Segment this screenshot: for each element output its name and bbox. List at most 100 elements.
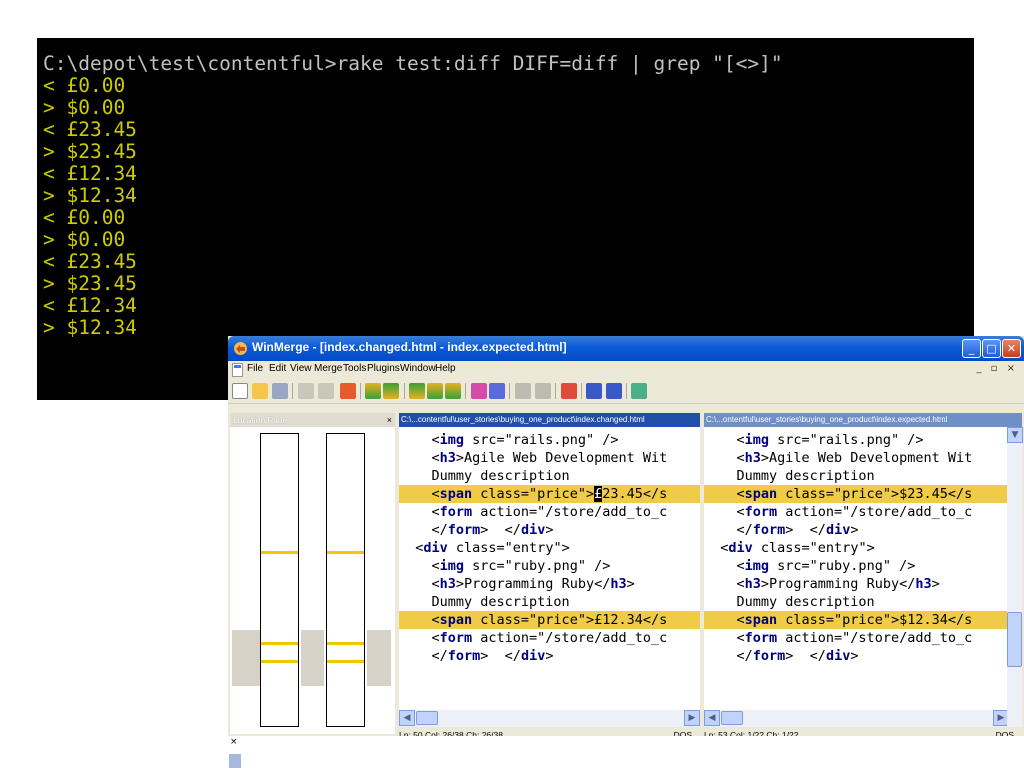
diff-code-line[interactable]: <span class="price">£12.34</s — [399, 611, 700, 629]
copy-right-icon[interactable] — [471, 383, 487, 399]
undo-icon[interactable] — [298, 383, 314, 399]
console-output-line: < £12.34 — [43, 162, 137, 185]
menu-plugins[interactable]: Plugins — [367, 363, 400, 374]
location-pane[interactable] — [230, 427, 395, 734]
scroll-left-icon[interactable]: ◀ — [399, 710, 415, 726]
toolbar-separator — [465, 383, 466, 399]
code-line[interactable]: Dummy description — [704, 467, 1022, 485]
copy-left-icon[interactable] — [489, 383, 505, 399]
menu-window[interactable]: Window — [400, 363, 436, 374]
open-left-icon[interactable] — [586, 383, 602, 399]
toolbar-separator — [509, 383, 510, 399]
first-diff-icon[interactable] — [409, 383, 425, 399]
diff-pane-close-icon[interactable]: × — [230, 737, 238, 747]
location-bar-left[interactable] — [260, 433, 299, 727]
scroll-thumb[interactable] — [721, 711, 743, 725]
current-diff-icon[interactable] — [427, 383, 443, 399]
console-output-line: < £23.45 — [43, 250, 137, 273]
code-line[interactable]: <div class="entry"> — [399, 539, 700, 557]
last-diff-icon[interactable] — [445, 383, 461, 399]
document-icon[interactable] — [232, 363, 243, 377]
code-line[interactable]: <h3>Agile Web Development Wit — [399, 449, 700, 467]
menu-help[interactable]: Help — [435, 363, 456, 374]
close-button[interactable]: ✕ — [1002, 339, 1021, 358]
next-diff-icon[interactable] — [365, 383, 381, 399]
code-line[interactable]: <img src="rails.png" /> — [399, 431, 700, 449]
title-bar[interactable]: WinMerge - [index.changed.html - index.e… — [228, 336, 1024, 361]
toolbar-separator — [360, 383, 361, 399]
scroll-thumb[interactable] — [416, 711, 438, 725]
location-diff-marker — [261, 551, 298, 554]
code-line[interactable]: <form action="/store/add_to_c — [399, 629, 700, 647]
console-output-line: < £23.45 — [43, 118, 137, 141]
menu-file[interactable]: File — [247, 363, 263, 374]
copy-all-right-icon[interactable] — [515, 383, 531, 399]
right-horizontal-scrollbar[interactable]: ◀ ▶ — [704, 710, 1009, 727]
scroll-right-icon[interactable]: ▶ — [684, 710, 700, 726]
code-line[interactable]: <h3>Agile Web Development Wit — [704, 449, 1022, 467]
options-icon[interactable] — [340, 383, 356, 399]
settings-icon[interactable] — [631, 383, 647, 399]
diff-pane[interactable]: × — [228, 736, 1024, 768]
right-vertical-scrollbar[interactable]: ▲ ▼ — [1007, 427, 1023, 727]
location-diff-marker — [261, 660, 298, 663]
menu-edit[interactable]: Edit — [269, 363, 286, 374]
copy-all-left-icon[interactable] — [535, 383, 551, 399]
code-line[interactable]: <img src="ruby.png" /> — [704, 557, 1022, 575]
right-code-view[interactable]: <img src="rails.png" /> <h3>Agile Web De… — [704, 427, 1022, 710]
code-line[interactable]: Dummy description — [704, 593, 1022, 611]
code-line[interactable]: <h3>Programming Ruby</h3> — [399, 575, 700, 593]
right-file-path: C:\...ontentful\user_stories\buying_one_… — [704, 413, 1022, 427]
code-line[interactable]: <form action="/store/add_to_c — [399, 503, 700, 521]
location-pane-header: Location Pane × — [230, 413, 395, 427]
open-icon[interactable] — [252, 383, 268, 399]
left-code-view[interactable]: <img src="rails.png" /> <h3>Agile Web De… — [399, 427, 700, 710]
location-bar-right[interactable] — [326, 433, 365, 727]
location-diff-marker — [327, 660, 364, 663]
console-output-line: > $0.00 — [43, 228, 126, 251]
left-file-path: C:\...contentful\user_stories\buying_one… — [399, 413, 700, 427]
redo-icon[interactable] — [318, 383, 334, 399]
code-line[interactable]: </form> </div> — [704, 647, 1022, 665]
open-right-icon[interactable] — [606, 383, 622, 399]
diff-code-line[interactable]: <span class="price">$23.45</s — [704, 485, 1022, 503]
menu-merge[interactable]: Merge — [314, 363, 342, 374]
location-shade — [232, 630, 260, 686]
console-output-line: > $12.34 — [43, 184, 137, 207]
console-output-line: > $23.45 — [43, 140, 137, 163]
toolbar — [228, 379, 1024, 404]
vertical-scroll-thumb[interactable] — [1007, 612, 1022, 667]
code-line[interactable]: Dummy description — [399, 593, 700, 611]
code-line[interactable]: <img src="ruby.png" /> — [399, 557, 700, 575]
menu-view[interactable]: View — [290, 363, 312, 374]
diff-code-line[interactable]: <span class="price">£23.45</s — [399, 485, 700, 503]
prev-diff-icon[interactable] — [383, 383, 399, 399]
menu-bar: File Edit View Merge Tools Plugins Windo… — [228, 361, 1024, 379]
code-line[interactable]: <form action="/store/add_to_c — [704, 503, 1022, 521]
code-line[interactable]: </form> </div> — [399, 647, 700, 665]
location-diff-marker — [327, 551, 364, 554]
new-icon[interactable] — [232, 383, 248, 399]
code-line[interactable]: <div class="entry"> — [704, 539, 1022, 557]
maximize-button[interactable]: □ — [982, 339, 1001, 358]
code-line[interactable]: Dummy description — [399, 467, 700, 485]
scroll-left-icon[interactable]: ◀ — [704, 710, 720, 726]
code-line[interactable]: </form> </div> — [399, 521, 700, 539]
minimize-button[interactable]: _ — [962, 339, 981, 358]
code-line[interactable]: </form> </div> — [704, 521, 1022, 539]
console-output-line: > $23.45 — [43, 272, 137, 295]
refresh-icon[interactable] — [561, 383, 577, 399]
scroll-down-icon[interactable]: ▼ — [1007, 427, 1023, 443]
location-diff-marker — [327, 642, 364, 645]
mdi-controls[interactable]: _ ▫ × — [976, 363, 1018, 374]
window-title: WinMerge - [index.changed.html - index.e… — [252, 340, 567, 354]
code-line[interactable]: <img src="rails.png" /> — [704, 431, 1022, 449]
code-line[interactable]: <form action="/store/add_to_c — [704, 629, 1022, 647]
left-horizontal-scrollbar[interactable]: ◀ ▶ — [399, 710, 700, 727]
code-line[interactable]: <h3>Programming Ruby</h3> — [704, 575, 1022, 593]
console-command: C:\depot\test\contentful>rake test:diff … — [43, 52, 783, 75]
save-icon[interactable] — [272, 383, 288, 399]
diff-code-line[interactable]: <span class="price">$12.34</s — [704, 611, 1022, 629]
menu-tools[interactable]: Tools — [343, 363, 366, 374]
location-pane-close-icon[interactable]: × — [387, 413, 392, 427]
